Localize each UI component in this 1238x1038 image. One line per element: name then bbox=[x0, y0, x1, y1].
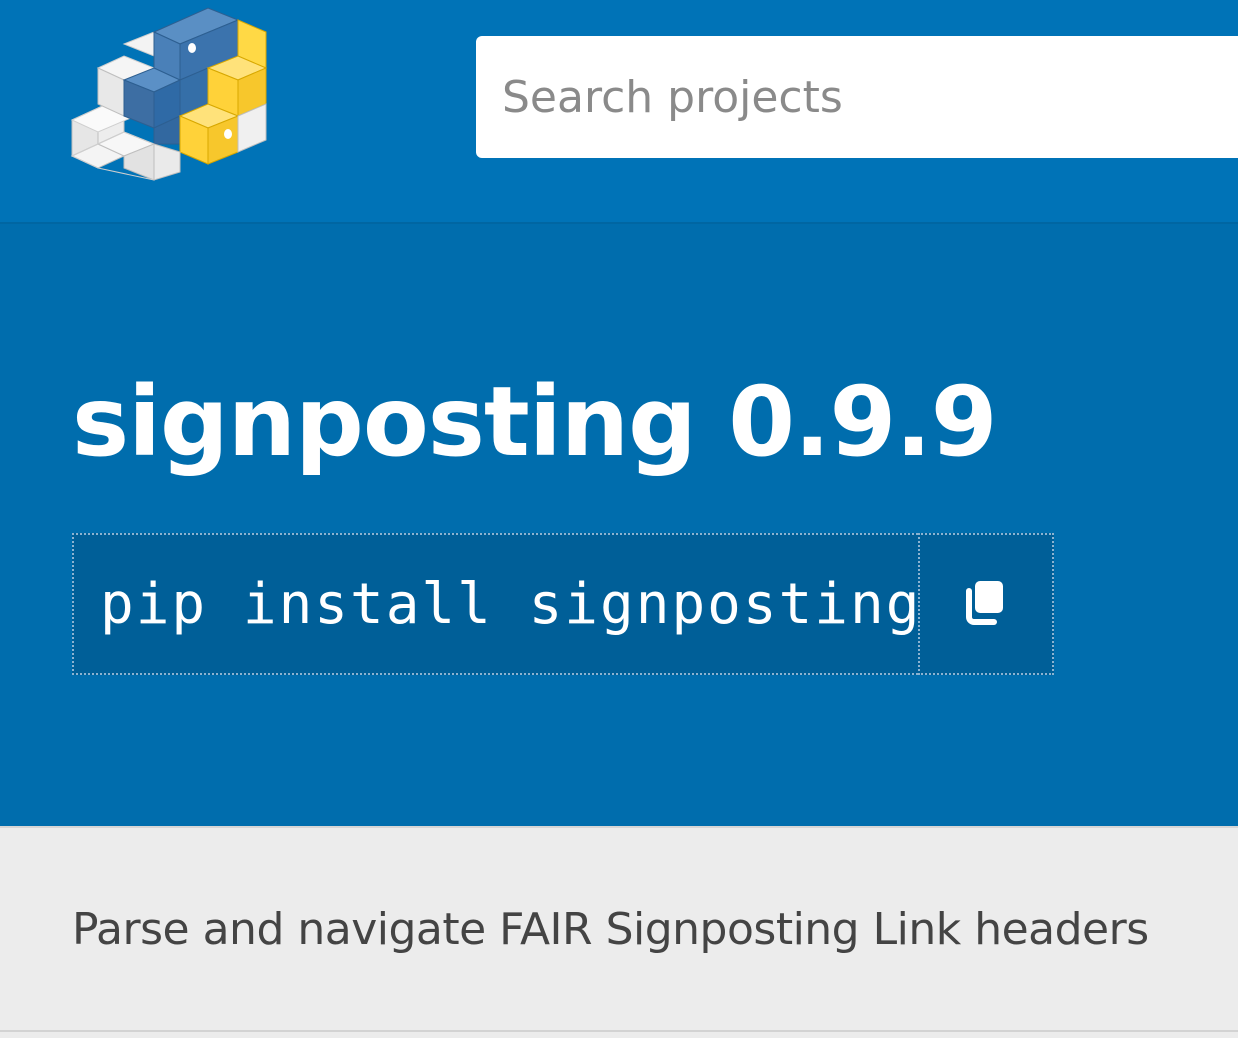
search-input[interactable] bbox=[476, 36, 1238, 158]
page-title: signposting 0.9.9 bbox=[72, 366, 998, 478]
pip-command-box: pip install signposting bbox=[72, 533, 1054, 675]
site-header bbox=[0, 0, 1238, 224]
description-band: Parse and navigate FAIR Signposting Link… bbox=[0, 826, 1238, 1032]
copy-button[interactable] bbox=[918, 533, 1054, 675]
copy-icon bbox=[964, 577, 1008, 632]
pypi-logo-icon[interactable] bbox=[68, 4, 270, 184]
package-description: Parse and navigate FAIR Signposting Link… bbox=[72, 904, 1149, 955]
package-hero bbox=[0, 224, 1238, 826]
pip-command-text[interactable]: pip install signposting bbox=[72, 533, 919, 675]
